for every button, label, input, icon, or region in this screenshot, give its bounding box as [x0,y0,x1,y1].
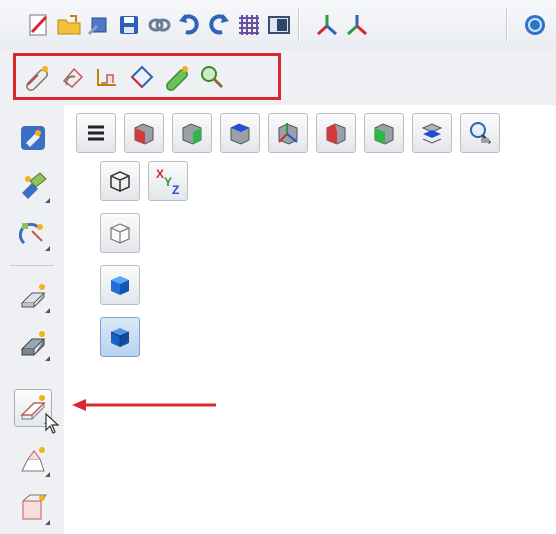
left-toolbar [0,105,65,534]
axis-view-icon[interactable] [268,113,308,153]
redo-icon[interactable] [204,10,234,40]
wire-cube-icon[interactable] [100,213,140,253]
panel-icon[interactable] [264,10,294,40]
right-view-icon[interactable] [316,113,356,153]
xyz-axis-icon[interactable]: X Y Z [148,161,188,201]
view-panel: X Y Z [64,105,556,534]
red-arrow-icon [72,399,216,411]
main-toolbar [0,0,556,50]
surface-box-icon[interactable] [14,325,52,363]
top-green-view-icon[interactable] [172,113,212,153]
wireframe-icon[interactable] [100,161,140,201]
mouse-cursor-icon [45,412,60,434]
axis-x-label: X [156,167,164,181]
solid-box-icon[interactable] [14,277,52,315]
zoom-view-icon[interactable] [460,113,500,153]
left-green-view-icon[interactable] [364,113,404,153]
axis-y-icon[interactable] [312,10,342,40]
undo-icon[interactable] [174,10,204,40]
section-box-icon[interactable] [14,489,52,527]
link-icon[interactable] [144,10,174,40]
front-view-icon[interactable] [124,113,164,153]
axis-y-label: Y [164,175,172,189]
paint-icon[interactable] [14,119,52,157]
menu-icon[interactable] [76,113,116,153]
feature-highlight-box [13,53,281,100]
transform-icon[interactable] [14,167,52,205]
new-document-icon[interactable] [24,10,54,40]
axis-z-label: Z [172,183,179,196]
save-icon[interactable] [114,10,144,40]
blue-cube-icon[interactable] [100,265,140,305]
axis-z-icon[interactable] [342,10,372,40]
cone-box-icon[interactable] [14,441,52,479]
blue-cube-selected-icon[interactable] [100,317,140,357]
open-folder-icon[interactable] [54,10,84,40]
rotate-edit-icon[interactable] [14,215,52,253]
top-view-icon[interactable] [220,113,260,153]
globe-icon[interactable] [520,10,550,40]
save-as-icon[interactable] [84,10,114,40]
grid-icon[interactable] [234,10,264,40]
section-view-icon[interactable] [412,113,452,153]
